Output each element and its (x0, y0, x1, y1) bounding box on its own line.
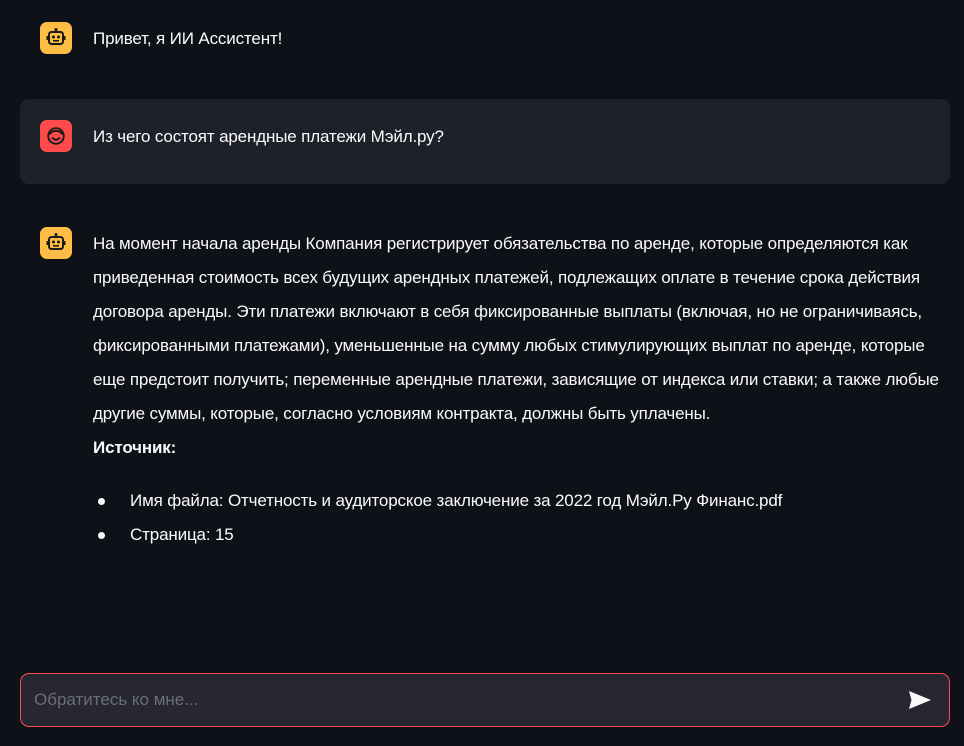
source-item-page: Страница: 15 (93, 518, 943, 552)
robot-icon (46, 233, 66, 250)
message-content: На момент начала аренды Компания регистр… (93, 227, 943, 552)
robot-icon (46, 28, 66, 45)
user-message: Из чего состоят арендные платежи Мэйл.ру… (20, 99, 950, 184)
source-list: Имя файла: Отчетность и аудиторское закл… (93, 484, 943, 552)
message-text: Привет, я ИИ Ассистент! (93, 29, 283, 48)
smiley-face-icon (47, 127, 65, 145)
chat-input-container (20, 673, 950, 727)
message-text: Из чего состоят арендные платежи Мэйл.ру… (93, 127, 444, 146)
source-item-file: Имя файла: Отчетность и аудиторское закл… (93, 484, 943, 518)
assistant-message: На момент начала аренды Компания регистр… (20, 227, 950, 552)
send-button[interactable] (900, 680, 940, 720)
message-content: Привет, я ИИ Ассистент! (93, 22, 282, 56)
message-text: На момент начала аренды Компания регистр… (93, 234, 939, 423)
source-title: Источник: (93, 438, 177, 457)
assistant-avatar (40, 22, 72, 54)
chat-page: Привет, я ИИ Ассистент! Из чего состоят … (0, 0, 964, 746)
message-content: Из чего состоят арендные платежи Мэйл.ру… (93, 120, 444, 154)
assistant-message: Привет, я ИИ Ассистент! (20, 22, 950, 56)
send-icon (909, 691, 931, 709)
assistant-avatar (40, 227, 72, 259)
user-avatar (40, 120, 72, 152)
chat-input[interactable] (21, 674, 900, 726)
